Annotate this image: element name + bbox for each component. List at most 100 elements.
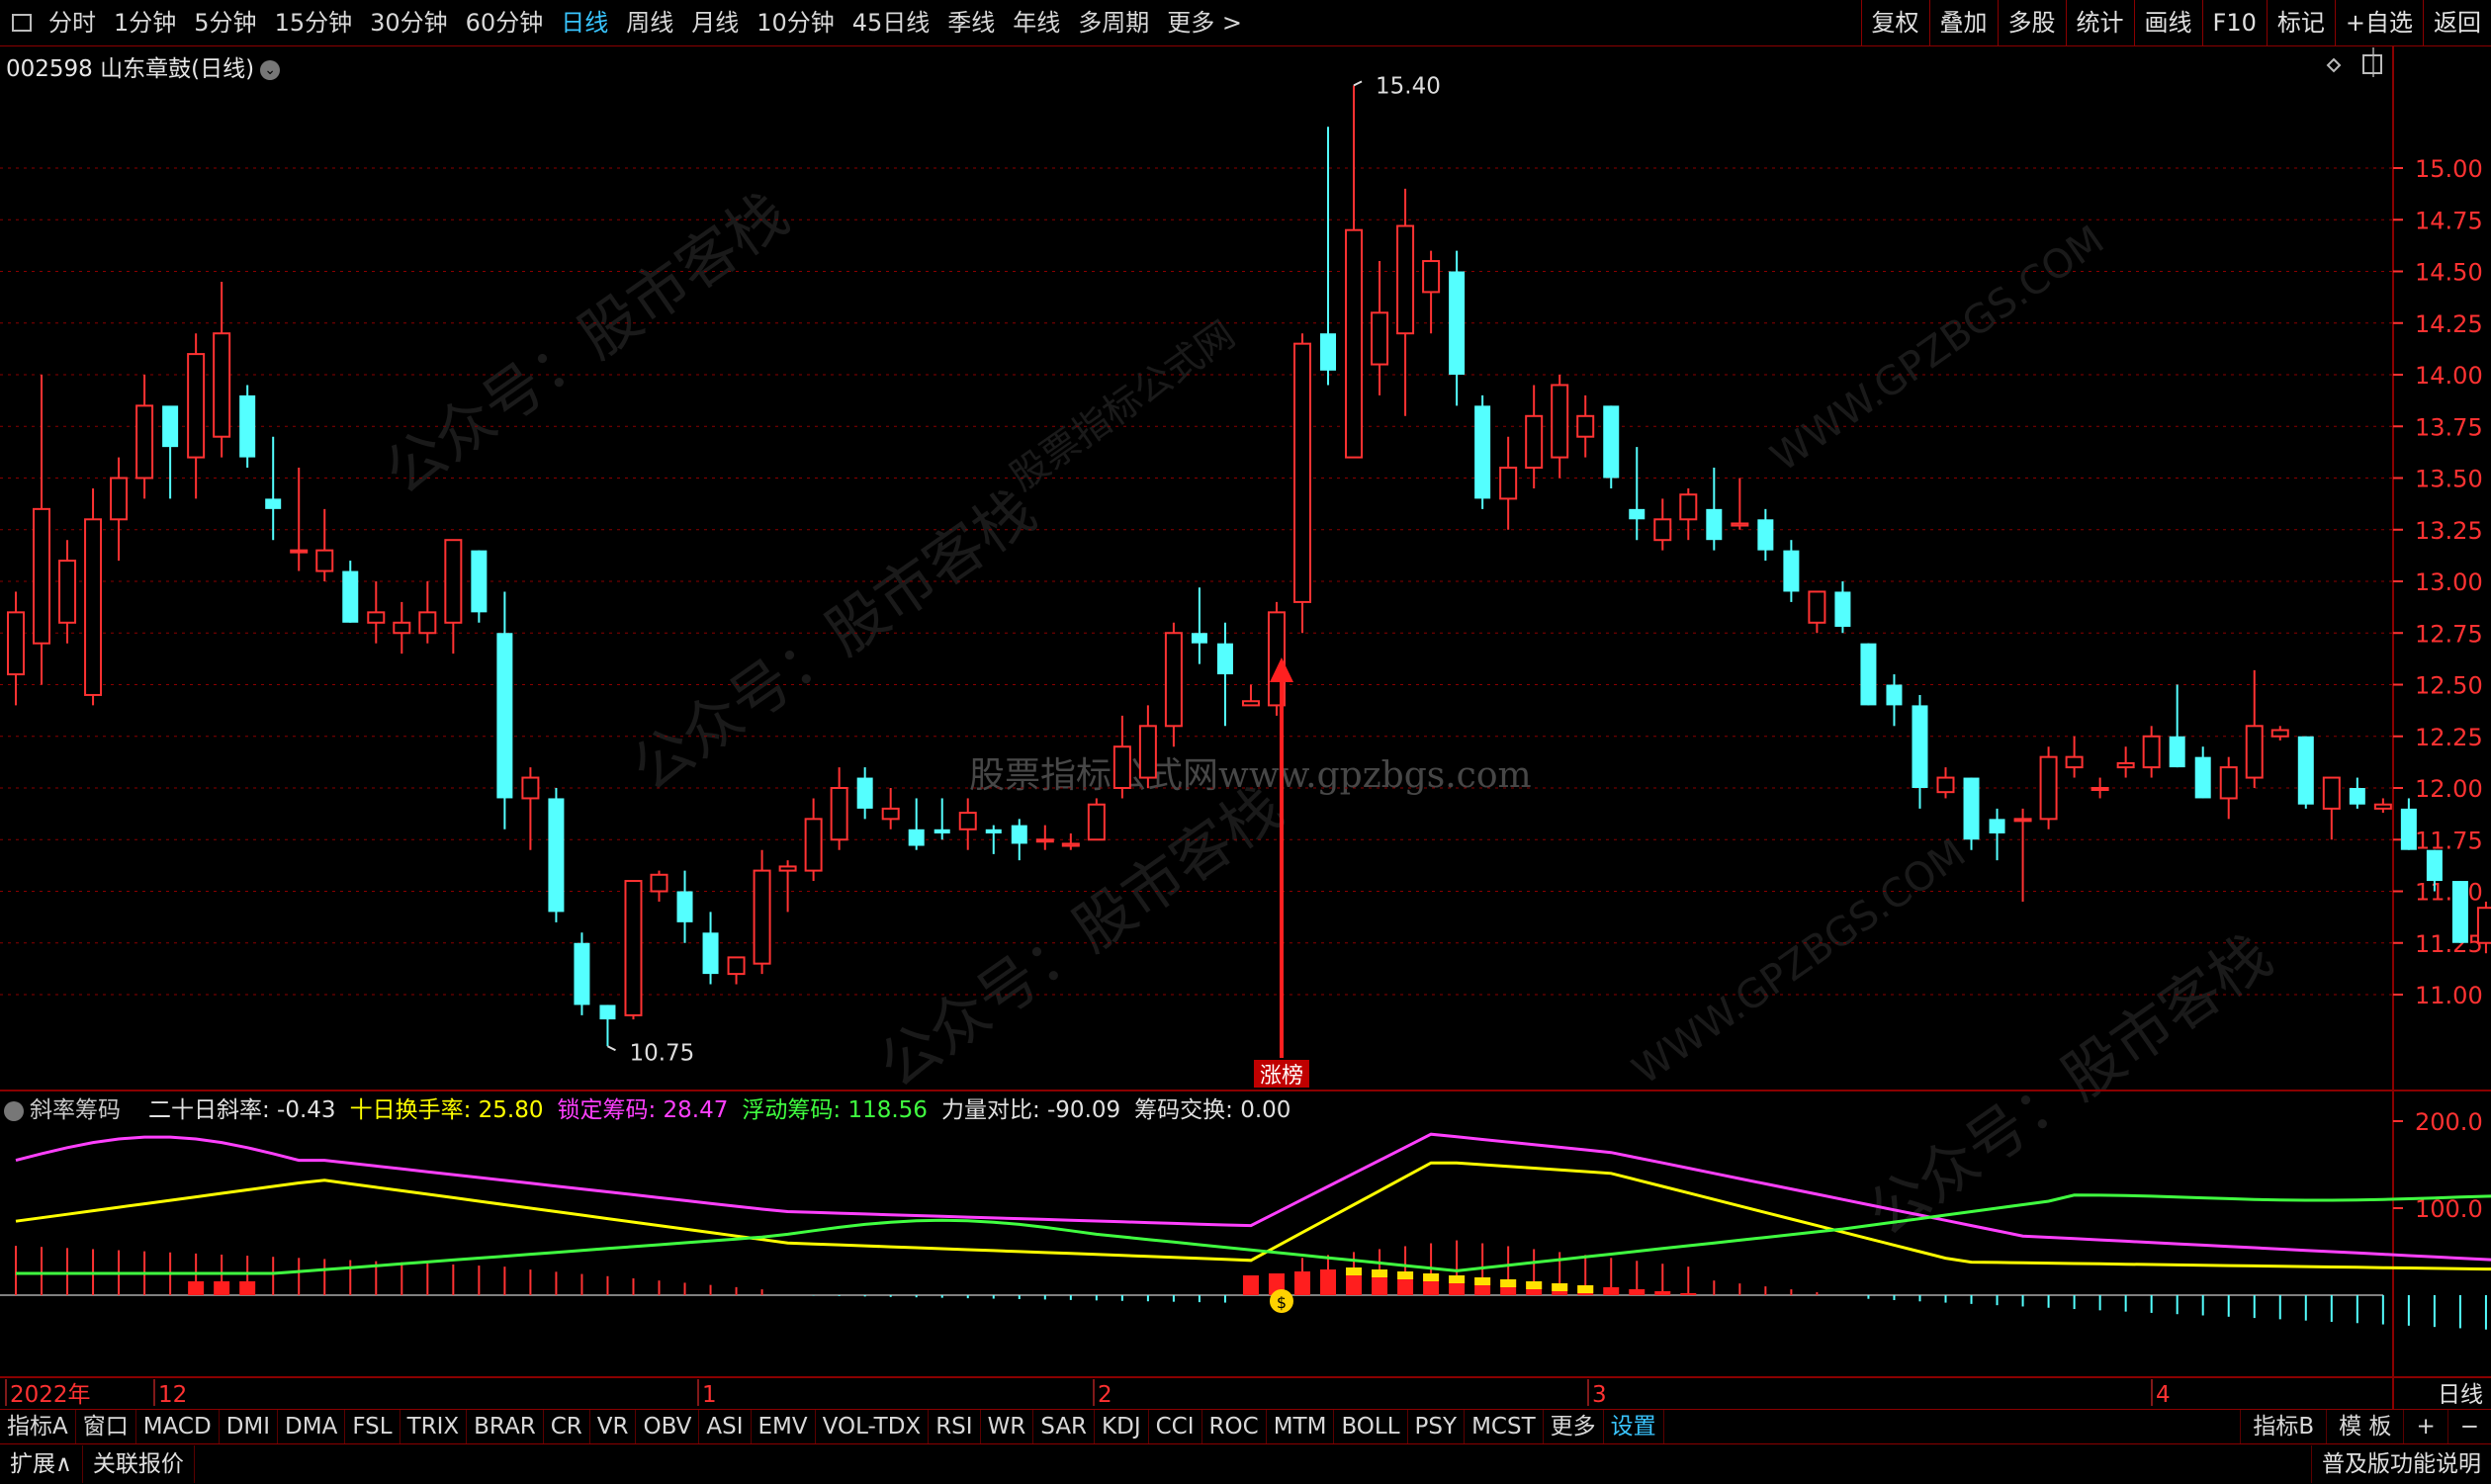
indicator-tab-24[interactable]: 更多 (1544, 1410, 1604, 1443)
help-button[interactable]: 普及版功能说明 (2311, 1445, 2491, 1483)
chip-block-top (1397, 1271, 1414, 1279)
candle-body-up (418, 611, 437, 635)
candle-body-up (1422, 260, 1441, 294)
candle-body-down (1216, 643, 1233, 675)
candle-body-up (367, 611, 386, 624)
time-tick-label: 4 (2156, 1382, 2171, 1408)
chip-block-top (1423, 1273, 1440, 1281)
indicator-tab-20[interactable]: MTM (1267, 1410, 1335, 1443)
candle-body-up (881, 807, 900, 821)
indicator-tab-19[interactable]: ROC (1202, 1410, 1267, 1443)
candle-body-down (1449, 271, 1466, 375)
candle-body-down (2451, 881, 2468, 943)
candlestick-chart[interactable]: 11.00 11.25 11.50 11.75 12.00 12.25 12.50 12.75… (0, 0, 2491, 1409)
indicator-tab-8[interactable]: CR (544, 1410, 590, 1443)
candle-body-up (1551, 384, 1569, 459)
candle-body-down (702, 932, 719, 975)
chip-block (1654, 1291, 1671, 1295)
indicator-tick-label: 200.0 (2415, 1108, 2483, 1136)
indicator-tab-5[interactable]: FSL (345, 1410, 400, 1443)
candle-body-down (2194, 756, 2211, 799)
indicator-right-button-2[interactable]: + (2403, 1410, 2447, 1443)
price-tick-label: 11.50 (2415, 879, 2483, 907)
candle-body-up (1138, 725, 1157, 779)
indicator-tab-21[interactable]: BOLL (1334, 1410, 1408, 1443)
time-tick-label: 3 (1592, 1382, 1607, 1408)
candle-body-down (1783, 550, 1800, 592)
indicator-tab-0[interactable]: 指标A (0, 1410, 76, 1443)
indicator-right-button-0[interactable]: 指标B (2240, 1410, 2326, 1443)
maximize-icon[interactable] (2362, 54, 2382, 74)
candle-body-up (2065, 755, 2084, 769)
chip-block-top (1526, 1281, 1543, 1289)
candle-body-up (1576, 414, 1595, 438)
chip-block (214, 1281, 230, 1295)
indicator-tab-2[interactable]: MACD (136, 1410, 220, 1443)
candle-body-up (290, 549, 309, 554)
candle-body-up (1808, 590, 1826, 624)
chip-block-top (1474, 1277, 1491, 1285)
high-label: 15.40 (1376, 73, 1441, 99)
indicator-title: 斜率筹码 二十日斜率: -0.43 十日换手率: 25.80 锁定筹码: 28.47 浮… (4, 1091, 1318, 1124)
candle-body-up (753, 869, 771, 965)
candle-body-up (7, 611, 25, 676)
indicator-tab-23[interactable]: MCST (1465, 1410, 1544, 1443)
price-tick-label: 13.25 (2415, 517, 2483, 545)
candle-body-down (1886, 684, 1903, 706)
candle-body-up (1396, 224, 1415, 335)
candle-body-up (213, 332, 231, 438)
candle-body-up (135, 404, 154, 480)
indicator-tab-22[interactable]: PSY (1408, 1410, 1466, 1443)
price-tick-label: 13.50 (2415, 466, 2483, 493)
candle-body-down (2426, 849, 2443, 882)
indicator-tab-14[interactable]: RSI (929, 1410, 981, 1443)
indicator-tab-25[interactable]: 设置 (1604, 1410, 1664, 1443)
indicator-right-button-3[interactable]: − (2447, 1410, 2491, 1443)
indicator-tab-11[interactable]: ASI (699, 1410, 752, 1443)
candle-body-down (1757, 519, 1774, 551)
candle-body-up (727, 956, 746, 976)
candle-body-up (1035, 838, 1054, 843)
indicator-tab-17[interactable]: KDJ (1095, 1410, 1149, 1443)
green-series-line (16, 1193, 2491, 1275)
candle-body-up (444, 539, 463, 624)
expand-button[interactable]: 扩展∧ (0, 1445, 83, 1483)
candle-body-up (84, 518, 103, 696)
candle-body-down (1191, 633, 1207, 644)
chip-block-top (1372, 1269, 1388, 1277)
candle-body-up (2476, 907, 2491, 944)
indicator-value-0: 二十日斜率: -0.43 (148, 1097, 336, 1123)
candle-body-down (1011, 825, 1027, 844)
candle-body-down (908, 829, 925, 846)
indicator-tab-1[interactable]: 窗口 (76, 1410, 136, 1443)
candle-body-down (676, 891, 693, 922)
indicator-value-5: 筹码交换: 0.00 (1134, 1097, 1291, 1123)
indicator-tab-9[interactable]: VR (590, 1410, 637, 1443)
candle-body-down (2297, 736, 2314, 805)
magenta-series-line (15, 1132, 2491, 1262)
related-quote-button[interactable]: 关联报价 (83, 1445, 195, 1483)
indicator-tab-7[interactable]: BRAR (467, 1410, 544, 1443)
indicator-tab-6[interactable]: TRIX (400, 1410, 468, 1443)
price-tick-label: 14.00 (2415, 362, 2483, 390)
candle-body-up (33, 507, 51, 645)
candle-body-up (2013, 818, 2032, 823)
indicator-right-button-1[interactable]: 模 板 (2326, 1410, 2403, 1443)
candle-body-down (1474, 405, 1491, 499)
indicator-tab-3[interactable]: DMI (220, 1410, 279, 1443)
candle-body-down (985, 829, 1002, 833)
indicator-tab-16[interactable]: SAR (1033, 1410, 1096, 1443)
candle-body-down (548, 798, 565, 913)
chip-block (188, 1281, 205, 1295)
indicator-tab-18[interactable]: CCI (1149, 1410, 1202, 1443)
indicator-tab-15[interactable]: WR (981, 1410, 1034, 1443)
candle-body-down (1706, 508, 1723, 541)
diamond-icon[interactable] (2326, 57, 2342, 73)
indicator-tab-4[interactable]: DMA (278, 1410, 346, 1443)
chip-block (1242, 1275, 1259, 1295)
indicator-tab-12[interactable]: EMV (752, 1410, 816, 1443)
indicator-tab-10[interactable]: OBV (636, 1410, 700, 1443)
price-tick-label: 11.75 (2415, 827, 2483, 854)
indicator-menu-icon[interactable] (4, 1100, 24, 1121)
indicator-tab-13[interactable]: VOL-TDX (816, 1410, 930, 1443)
